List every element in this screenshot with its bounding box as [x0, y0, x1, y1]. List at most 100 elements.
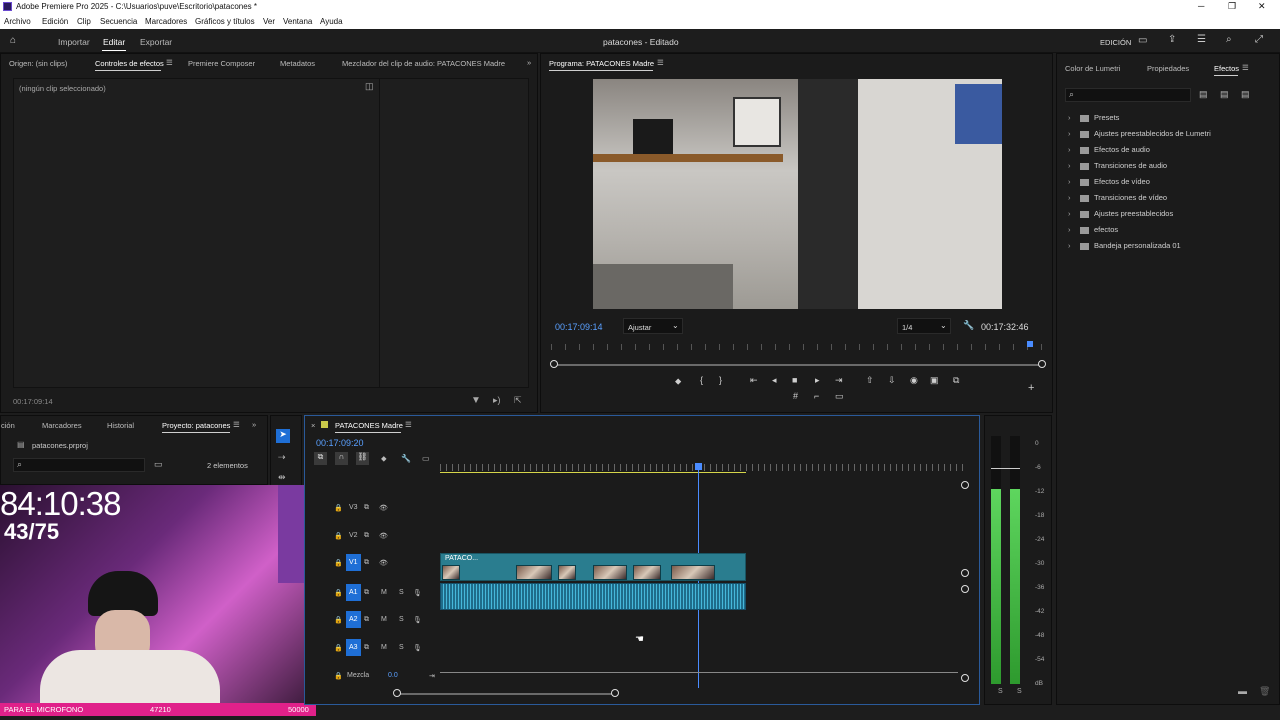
eye-icon[interactable]: 👁: [379, 532, 388, 540]
tab-importar[interactable]: Importar: [58, 37, 90, 47]
solo-right[interactable]: S: [1017, 688, 1022, 695]
mark-out-icon[interactable]: }: [719, 375, 722, 385]
menu-ventana[interactable]: Ventana: [283, 17, 312, 26]
effects-folder[interactable]: › Efectos de vídeo: [1068, 177, 1150, 186]
new-bin-icon[interactable]: ▤: [1199, 89, 1208, 100]
solo-icon[interactable]: S: [399, 616, 404, 623]
effects-menu-icon[interactable]: ☰: [1242, 63, 1249, 72]
menu-lines-icon[interactable]: ☰: [1197, 34, 1206, 45]
chevron-right-icon[interactable]: ›: [1068, 193, 1080, 202]
ripple-edit-icon[interactable]: ⇹: [278, 472, 286, 483]
effects-folder[interactable]: › Presets: [1068, 113, 1119, 122]
track-label-v3[interactable]: V3: [349, 504, 358, 511]
tab-efectos[interactable]: Efectos: [1214, 64, 1239, 73]
sync-icon[interactable]: ⧉: [364, 644, 369, 652]
v-scroll-handle[interactable]: [961, 569, 969, 577]
menu-ver[interactable]: Ver: [263, 17, 275, 26]
home-icon[interactable]: ⌂: [10, 35, 16, 46]
snap-icon[interactable]: ∩: [335, 452, 348, 465]
mic-icon[interactable]: 🎙: [413, 589, 422, 597]
timeline-tab[interactable]: PATACONES Madre: [335, 421, 403, 430]
sync-icon[interactable]: ⧉: [364, 504, 369, 512]
lock-icon[interactable]: 🔒: [334, 559, 343, 567]
program-zoom-bar[interactable]: [555, 364, 1041, 366]
mute-icon[interactable]: M: [381, 644, 387, 651]
tab-mezclador[interactable]: Mezclador del clip de audio: PATACONES M…: [342, 59, 505, 68]
tab-origen[interactable]: Origen: (sin clips): [9, 59, 67, 68]
audio-clip[interactable]: [440, 583, 746, 610]
trash-icon[interactable]: 🗑: [1259, 686, 1270, 697]
v-scroll-handle[interactable]: [961, 481, 969, 489]
timeline-close-icon[interactable]: ×: [311, 421, 315, 430]
tab-lumetri[interactable]: Color de Lumetri: [1065, 64, 1120, 73]
timeline-timecode[interactable]: 00:17:09:20: [316, 438, 364, 448]
proxy-icon[interactable]: ⧉: [953, 375, 959, 386]
go-to-out-icon[interactable]: ⇥: [835, 375, 843, 386]
go-to-in-icon[interactable]: ⇤: [750, 375, 758, 386]
mic-icon[interactable]: 🎙: [413, 644, 422, 652]
lift-icon[interactable]: ⇧: [866, 375, 874, 386]
more-tabs-icon[interactable]: »: [252, 420, 256, 429]
marker-icon[interactable]: ⬥: [381, 454, 387, 464]
lock-icon[interactable]: 🔒: [334, 644, 343, 652]
chevron-right-icon[interactable]: ›: [1068, 113, 1080, 122]
program-timecode-left[interactable]: 00:17:09:14: [555, 322, 603, 332]
mute-icon[interactable]: M: [381, 616, 387, 623]
track-label-a3[interactable]: A3: [349, 644, 358, 651]
add-button-icon[interactable]: +: [1028, 382, 1034, 394]
effects-folder[interactable]: › Transiciones de audio: [1068, 161, 1167, 170]
chevron-right-icon[interactable]: ›: [1068, 209, 1080, 218]
sync-icon[interactable]: ⧉: [364, 532, 369, 540]
search-icon[interactable]: ⌕: [1226, 34, 1232, 45]
captions-icon[interactable]: ▭: [422, 454, 430, 463]
linked-icon[interactable]: ⛓: [356, 452, 369, 465]
lock-icon[interactable]: 🔒: [334, 672, 343, 680]
selection-tool-icon[interactable]: ➤: [276, 429, 290, 443]
extract-icon[interactable]: ⇩: [888, 375, 896, 386]
chevron-right-icon[interactable]: ›: [1068, 241, 1080, 250]
program-menu-icon[interactable]: ☰: [657, 58, 664, 67]
menu-graficos[interactable]: Gráficos y títulos: [195, 17, 255, 26]
nest-icon[interactable]: ⧉: [314, 452, 327, 465]
solo-left[interactable]: S: [998, 688, 1003, 695]
menu-ayuda[interactable]: Ayuda: [320, 17, 343, 26]
mix-end-icon[interactable]: ⇥: [429, 672, 435, 680]
tab-premiere-composer[interactable]: Premiere Composer: [188, 59, 255, 68]
a-scroll-handle[interactable]: [961, 674, 969, 682]
vr-icon[interactable]: ▭: [835, 391, 844, 402]
compare-icon[interactable]: ▣: [930, 375, 939, 386]
tab-propiedades[interactable]: Propiedades: [1147, 64, 1189, 73]
menu-clip[interactable]: Clip: [77, 17, 91, 26]
wrench-icon[interactable]: 🔧: [401, 454, 411, 463]
tab-programa[interactable]: Programa: PATACONES Madre: [549, 59, 654, 68]
a-scroll-handle[interactable]: [961, 585, 969, 593]
tab-proyecto[interactable]: Proyecto: patacones: [162, 421, 230, 430]
resolution-dropdown[interactable]: 1/4 ⌄: [897, 318, 951, 334]
chevron-right-icon[interactable]: ›: [1068, 225, 1080, 234]
play-audio-icon[interactable]: ▸): [493, 395, 501, 406]
tab-editar[interactable]: Editar: [103, 37, 125, 47]
solo-icon[interactable]: S: [399, 589, 404, 596]
track-label-v1[interactable]: V1: [349, 559, 358, 566]
menu-marcadores[interactable]: Marcadores: [145, 17, 187, 26]
sync-icon[interactable]: ⧉: [364, 616, 369, 624]
yuv-icon[interactable]: ▤: [1241, 89, 1250, 100]
folder-icon[interactable]: ▭: [154, 459, 163, 470]
minimize-button[interactable]: ─: [1198, 1, 1204, 11]
maximize-button[interactable]: ❐: [1228, 1, 1236, 12]
track-label-a1[interactable]: A1: [349, 589, 358, 596]
filter-icon[interactable]: ▼: [471, 395, 481, 406]
wrench-icon[interactable]: 🔧: [963, 320, 974, 331]
fullscreen-icon[interactable]: ⤢: [1255, 34, 1263, 45]
panel-layout-icon[interactable]: ▭: [1138, 35, 1147, 46]
step-forward-icon[interactable]: ▸: [815, 375, 820, 386]
chevron-right-icon[interactable]: ›: [1068, 177, 1080, 186]
chevron-right-icon[interactable]: ›: [1068, 129, 1080, 138]
effects-folder[interactable]: › Ajustes preestablecidos de Lumetri: [1068, 129, 1211, 138]
timeline-menu-icon[interactable]: ☰: [405, 420, 412, 429]
lock-icon[interactable]: 🔒: [334, 616, 343, 624]
zoom-handle-right[interactable]: [1038, 360, 1046, 368]
tab-marcadores[interactable]: Marcadores: [42, 421, 82, 430]
menu-archivo[interactable]: Archivo: [4, 17, 31, 26]
project-search-input[interactable]: ⌕: [13, 458, 145, 472]
